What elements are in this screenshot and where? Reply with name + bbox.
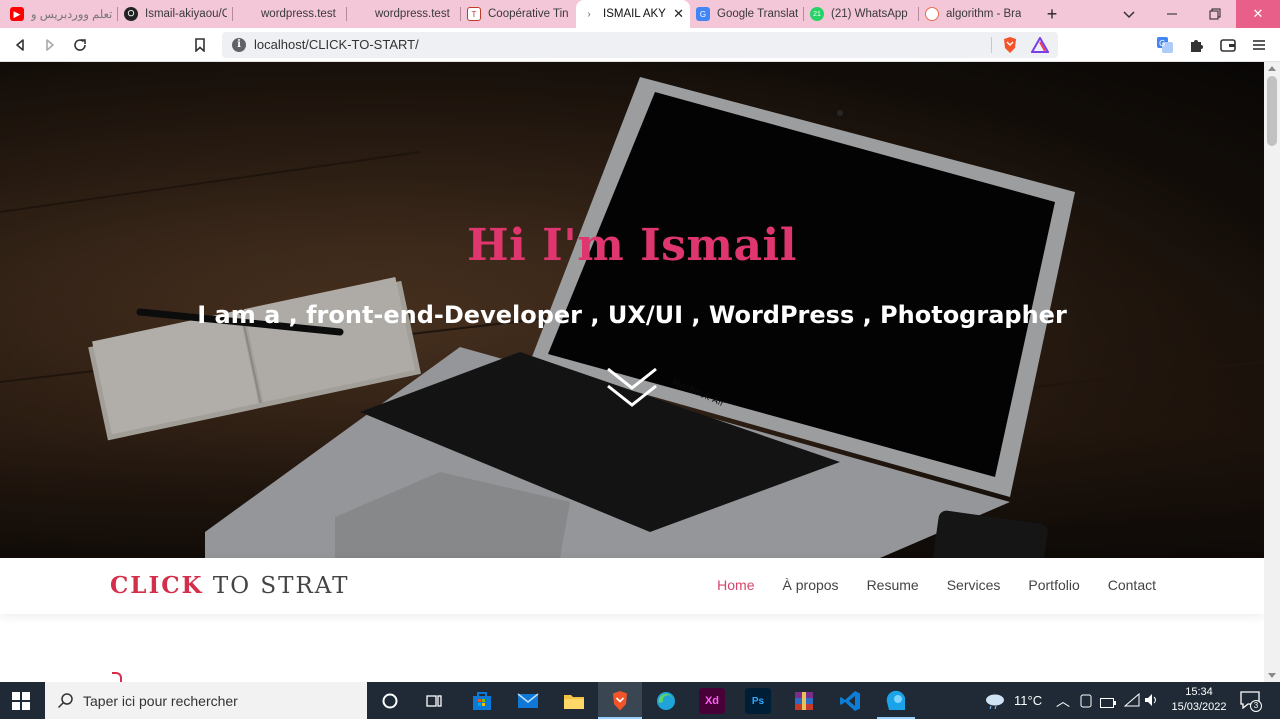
brand-accent-text: CLICK bbox=[110, 572, 204, 599]
tab-label: ISMAIL AKY bbox=[603, 8, 666, 20]
reload-icon[interactable] bbox=[70, 35, 90, 55]
tab-wordpress-test-2[interactable]: wordpress.test bbox=[347, 0, 461, 28]
notification-badge: 3 bbox=[1250, 700, 1262, 712]
nav-link-home[interactable]: Home bbox=[717, 577, 754, 593]
brave-icon[interactable] bbox=[607, 688, 633, 714]
tab-list-chevron-icon[interactable] bbox=[1120, 5, 1138, 23]
meet-now-icon[interactable] bbox=[1080, 694, 1092, 713]
cortana-icon[interactable] bbox=[377, 688, 403, 714]
extensions-puzzle-icon[interactable] bbox=[1186, 35, 1206, 55]
wifi-icon[interactable] bbox=[1123, 692, 1140, 712]
nav-link-resume[interactable]: Resume bbox=[867, 577, 919, 593]
edge-icon[interactable] bbox=[653, 688, 679, 714]
tab-label: wordpress.test bbox=[261, 8, 336, 20]
tab-label: algorithm - Bra bbox=[946, 8, 1022, 20]
close-window-button[interactable]: ✕ bbox=[1236, 0, 1280, 28]
adobe-xd-icon[interactable]: Xd bbox=[699, 688, 725, 714]
wallet-icon[interactable] bbox=[1218, 35, 1238, 55]
winrar-icon[interactable] bbox=[791, 688, 817, 714]
page-viewport: MacBook Air Hi I'm Ismail I am a , front… bbox=[0, 62, 1264, 682]
task-view-icon[interactable] bbox=[421, 688, 447, 714]
google-translate-extension-icon[interactable]: G bbox=[1155, 35, 1175, 55]
clock-time: 15:34 bbox=[1185, 686, 1213, 698]
tab-label: Google Translat bbox=[717, 8, 798, 20]
tab-youtube[interactable]: ▶ تعلم ووردبريس و bbox=[4, 0, 118, 28]
weather-temperature[interactable]: 11°C bbox=[1014, 693, 1042, 708]
scroll-down-chevron-icon[interactable] bbox=[605, 366, 659, 410]
photoshop-icon[interactable]: Ps bbox=[745, 688, 771, 714]
url-text[interactable]: localhost/CLICK-TO-START/ bbox=[254, 37, 419, 52]
notifications-icon[interactable]: 3 bbox=[1240, 691, 1262, 712]
hero-title: Hi I'm Ismail bbox=[467, 220, 797, 271]
scrollbar-thumb[interactable] bbox=[1267, 76, 1277, 146]
forward-icon[interactable] bbox=[40, 35, 60, 55]
tab-ismail-active[interactable]: › ISMAIL AKY ✕ bbox=[576, 0, 690, 28]
tab-label: تعلم ووردبريس و bbox=[31, 9, 112, 21]
brave-search-icon bbox=[925, 7, 939, 21]
tab-github[interactable]: Ismail-akiyaou/C bbox=[118, 0, 233, 28]
brave-rewards-icon[interactable] bbox=[1030, 35, 1050, 55]
section-decoration bbox=[112, 672, 122, 682]
coop-icon: T bbox=[467, 7, 481, 21]
youtube-icon: ▶ bbox=[10, 7, 24, 21]
menu-icon[interactable] bbox=[1249, 35, 1269, 55]
close-tab-icon[interactable]: ✕ bbox=[673, 7, 684, 21]
restore-button[interactable] bbox=[1193, 0, 1237, 28]
windows-start-icon[interactable] bbox=[12, 692, 30, 710]
tab-cooperative[interactable]: T Coopérative Tin bbox=[461, 0, 576, 28]
tab-label: (21) WhatsApp bbox=[831, 8, 908, 20]
app-icon[interactable] bbox=[883, 688, 909, 714]
github-icon bbox=[124, 7, 138, 21]
windows-taskbar: Taper ici pour rechercher Xd Ps 11°C ︿ 1… bbox=[0, 682, 1280, 719]
nav-menu: Home À propos Resume Services Portfolio … bbox=[717, 577, 1156, 593]
browser-tab-strip: ▶ تعلم ووردبريس و Ismail-akiyaou/C wordp… bbox=[0, 0, 1280, 28]
search-icon bbox=[57, 693, 73, 709]
mail-icon[interactable] bbox=[515, 688, 541, 714]
back-icon[interactable] bbox=[10, 35, 30, 55]
tab-google-translate[interactable]: G Google Translat bbox=[690, 0, 804, 28]
page-icon: › bbox=[587, 8, 591, 20]
tab-brave-search[interactable]: algorithm - Bra bbox=[919, 0, 1033, 28]
nav-link-a-propos[interactable]: À propos bbox=[783, 577, 839, 593]
bookmark-icon[interactable] bbox=[190, 35, 210, 55]
battery-icon[interactable] bbox=[1100, 695, 1116, 713]
nav-link-services[interactable]: Services bbox=[947, 577, 1001, 593]
tab-label: Ismail-akiyaou/C bbox=[145, 8, 227, 20]
tab-whatsapp[interactable]: 21 (21) WhatsApp bbox=[804, 0, 919, 28]
site-navbar: CLICK TO STRAT Home À propos Resume Serv… bbox=[0, 558, 1264, 614]
brand-text: TO STRAT bbox=[212, 573, 350, 599]
address-bar[interactable]: i localhost/CLICK-TO-START/ bbox=[222, 32, 1058, 58]
google-translate-icon: G bbox=[696, 7, 710, 21]
scroll-down-arrow-icon[interactable] bbox=[1268, 673, 1276, 678]
hero-subtitle: I am a , front-end-Developer , UX/UI , W… bbox=[197, 301, 1067, 329]
page-scrollbar[interactable] bbox=[1264, 62, 1280, 682]
scroll-up-arrow-icon[interactable] bbox=[1268, 66, 1276, 71]
tab-label: Coopérative Tin bbox=[488, 8, 569, 20]
minimize-button[interactable] bbox=[1150, 0, 1194, 28]
volume-icon[interactable] bbox=[1144, 693, 1160, 712]
hero-section: MacBook Air Hi I'm Ismail I am a , front… bbox=[0, 62, 1264, 558]
new-tab-button[interactable]: + bbox=[1042, 4, 1062, 24]
vscode-icon[interactable] bbox=[837, 688, 863, 714]
tray-overflow-chevron-icon[interactable]: ︿ bbox=[1056, 691, 1070, 711]
weather-icon[interactable] bbox=[984, 691, 1006, 714]
nav-link-portfolio[interactable]: Portfolio bbox=[1028, 577, 1079, 593]
search-placeholder: Taper ici pour rechercher bbox=[83, 693, 238, 709]
whatsapp-icon: 21 bbox=[810, 7, 824, 21]
taskbar-search-box[interactable]: Taper ici pour rechercher bbox=[45, 682, 367, 719]
tab-label: wordpress.test bbox=[375, 8, 450, 20]
svg-text:G: G bbox=[1159, 39, 1165, 48]
site-info-icon[interactable]: i bbox=[232, 38, 246, 52]
nav-link-contact[interactable]: Contact bbox=[1108, 577, 1156, 593]
browser-toolbar: i localhost/CLICK-TO-START/ G bbox=[0, 28, 1280, 62]
site-logo[interactable]: CLICK TO STRAT bbox=[110, 572, 349, 599]
brave-shields-icon[interactable] bbox=[1000, 35, 1020, 55]
file-explorer-icon[interactable] bbox=[561, 688, 587, 714]
clock-date: 15/03/2022 bbox=[1171, 701, 1227, 713]
store-icon[interactable] bbox=[469, 688, 495, 714]
tab-wordpress-test-1[interactable]: wordpress.test bbox=[233, 0, 347, 28]
taskbar-clock[interactable]: 15:34 15/03/2022 bbox=[1168, 685, 1230, 715]
